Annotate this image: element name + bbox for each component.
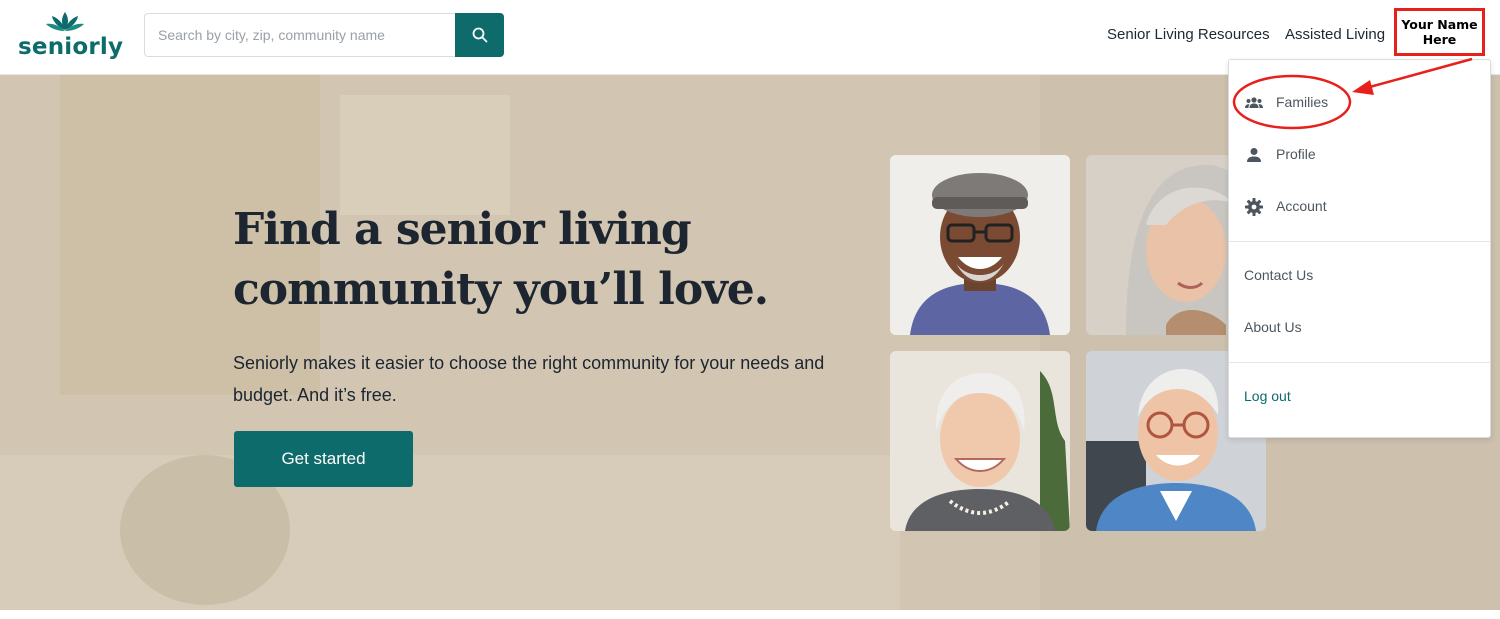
menu-item-profile[interactable]: Profile	[1229, 133, 1490, 177]
portrait-illustration	[890, 351, 1070, 531]
senior-photo-man-hat	[890, 155, 1070, 335]
user-name-label: Your Name Here	[1401, 17, 1478, 47]
menu-item-log-out[interactable]: Log out	[1229, 375, 1490, 419]
menu-divider	[1229, 362, 1490, 363]
nav-assisted-living[interactable]: Assisted Living	[1285, 26, 1385, 43]
hero-background-shape	[340, 95, 510, 215]
user-dropdown-menu: Families Profile Account Contact Us Abou…	[1228, 59, 1491, 438]
user-menu-button[interactable]: Your Name Here	[1394, 8, 1485, 56]
menu-item-label: About Us	[1244, 319, 1302, 335]
page-bottom-strip	[0, 610, 1500, 619]
logo-text: seniorly	[18, 34, 124, 60]
menu-item-label: Families	[1276, 94, 1329, 110]
menu-divider	[1229, 241, 1490, 242]
portrait-illustration	[890, 155, 1070, 335]
search-bar	[144, 13, 504, 57]
menu-item-account[interactable]: Account	[1229, 185, 1490, 229]
search-button[interactable]	[455, 13, 504, 57]
search-input[interactable]	[144, 13, 456, 57]
nav-senior-living-resources[interactable]: Senior Living Resources	[1107, 26, 1270, 43]
menu-item-label: Log out	[1244, 388, 1291, 404]
menu-item-label: Contact Us	[1244, 267, 1314, 283]
senior-photo-woman-white-hair	[890, 351, 1070, 531]
hero-title: Find a senior living community you’ll lo…	[233, 204, 769, 315]
menu-item-contact-us[interactable]: Contact Us	[1229, 254, 1490, 298]
menu-item-label: Account	[1276, 198, 1327, 214]
menu-item-families[interactable]: Families	[1229, 81, 1490, 125]
logo-leaf-icon	[46, 12, 84, 31]
menu-item-label: Profile	[1276, 146, 1316, 162]
gear-icon	[1245, 198, 1263, 216]
seniorly-logo[interactable]: seniorly	[18, 10, 123, 64]
person-icon	[1247, 148, 1261, 162]
hero-subtitle: Seniorly makes it easier to choose the r…	[233, 353, 825, 405]
menu-item-about-us[interactable]: About Us	[1229, 306, 1490, 350]
get-started-button[interactable]: Get started	[234, 431, 413, 487]
families-icon	[1245, 97, 1263, 108]
search-icon	[472, 27, 487, 43]
